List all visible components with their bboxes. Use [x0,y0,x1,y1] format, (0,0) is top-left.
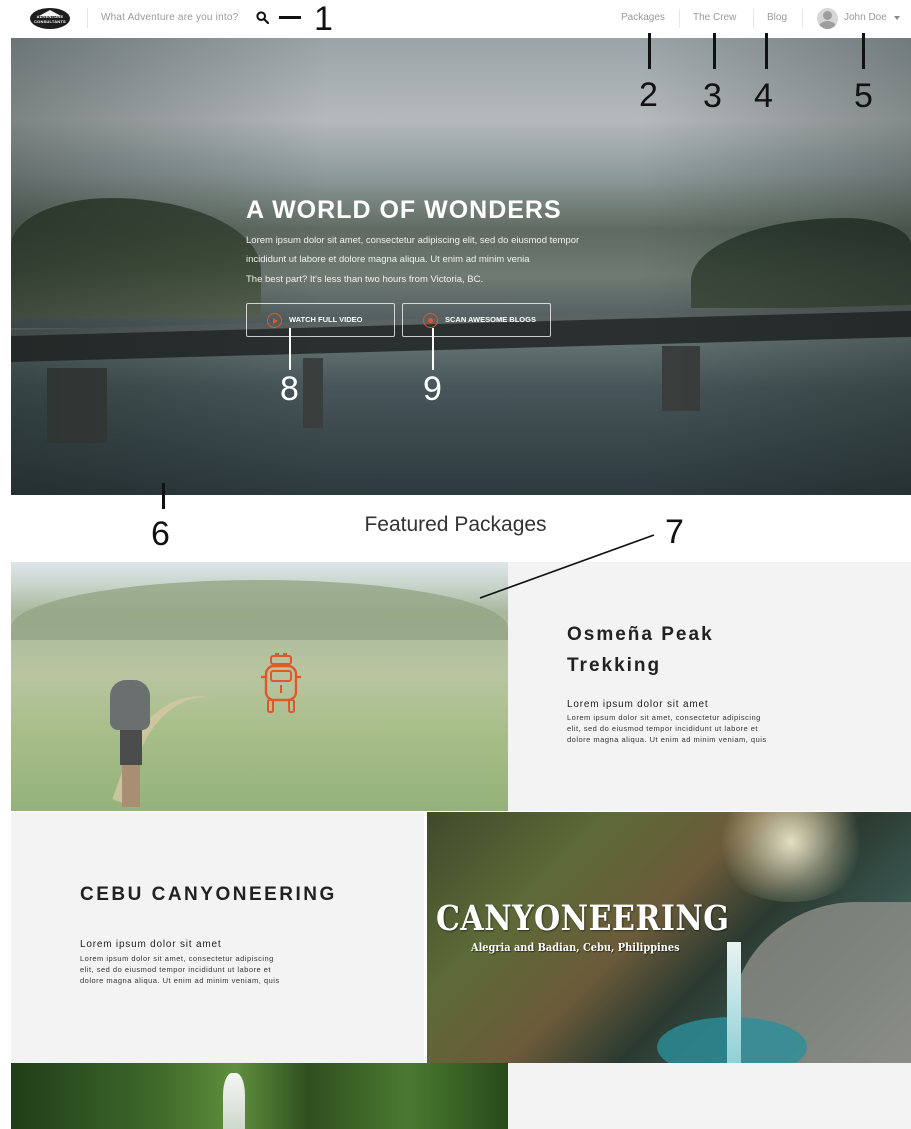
cebu-canyoneering-card[interactable] [11,812,424,1063]
annotation-line [765,33,768,69]
nav-separator [753,9,754,28]
photo-sunlight [711,812,871,902]
third-package-card[interactable] [508,1063,911,1129]
annotation-line [862,33,865,69]
featured-packages-heading: Featured Packages [364,513,547,536]
package-description: Lorem ipsum dolor sit amet, consectetur … [80,954,280,985]
hero-title: A WORLD OF WONDERS [246,196,562,224]
annotation-line [432,328,434,370]
annotation-number: 8 [280,370,299,408]
hero-text: Lorem ipsum dolor sit amet, consectetur … [246,235,580,246]
chevron-down-icon[interactable] [894,16,900,20]
annotation-line [713,33,716,69]
play-icon [267,313,282,328]
hero-overlay [11,38,911,495]
nav-packages[interactable]: Packages [621,12,665,23]
annotation-line [479,534,655,599]
annotation-number: 3 [703,77,722,115]
annotation-number: 5 [854,77,873,115]
blog-icon [423,313,438,328]
annotation-line [289,328,291,370]
search-input[interactable]: What Adventure are you into? [101,12,238,23]
package-subtitle: Lorem ipsum dolor sit amet [567,699,709,710]
annotation-line [279,16,301,19]
canyoneering-photo[interactable]: CANYONEERING Alegria and Badian, Cebu, P… [427,812,911,1063]
annotation-number: 1 [314,0,333,38]
package-title: Osmeña Peak [567,624,714,645]
jeep-icon [261,653,301,713]
package-description: Lorem ipsum dolor sit amet, consectetur … [567,713,767,744]
hero-text: incididunt ut labore et dolore magna ali… [246,254,530,265]
site-header: ADVENTURE CONSULTANTS What Adventure are… [0,0,911,38]
header-divider [87,8,88,28]
package-title: CEBU CANYONEERING [80,884,337,905]
user-avatar-icon[interactable] [817,8,838,29]
annotation-number: 6 [151,515,170,553]
watch-video-button[interactable]: WATCH FULL VIDEO [246,303,395,337]
hero-text: The best part? It's less than two hours … [246,274,484,285]
photo-waterfall [223,1073,245,1129]
waterfall-package-photo[interactable] [11,1063,508,1129]
watch-video-label: WATCH FULL VIDEO [289,315,363,324]
photo-hills [11,580,508,640]
nav-separator [679,9,680,28]
package-subtitle: Lorem ipsum dolor sit amet [80,939,222,950]
user-menu[interactable]: John Doe [844,12,887,23]
search-icon[interactable] [256,11,269,24]
scan-blogs-label: SCAN AWESOME BLOGS [445,315,536,324]
annotation-line [648,33,651,69]
scan-blogs-button[interactable]: SCAN AWESOME BLOGS [402,303,551,337]
annotation-number: 4 [754,77,773,115]
photo-waterfall [727,942,741,1063]
image-caption-text: Alegria and Badian, Cebu, Philippines [471,940,680,954]
annotation-number: 9 [423,370,442,408]
annotation-number: 2 [639,76,658,114]
annotation-number: 7 [665,513,684,551]
nav-the-crew[interactable]: The Crew [693,12,736,23]
logo-text: ADVENTURE CONSULTANTS [34,14,66,24]
image-title-text: CANYONEERING [436,898,730,939]
nav-blog[interactable]: Blog [767,12,787,23]
package-title: Trekking [567,655,662,676]
annotation-line [162,483,165,509]
osmena-peak-photo[interactable] [11,562,508,811]
photo-hiker [106,680,154,810]
nav-separator [802,9,803,28]
hero-banner: A WORLD OF WONDERS Lorem ipsum dolor sit… [11,38,911,495]
site-logo[interactable]: ADVENTURE CONSULTANTS [30,8,70,29]
